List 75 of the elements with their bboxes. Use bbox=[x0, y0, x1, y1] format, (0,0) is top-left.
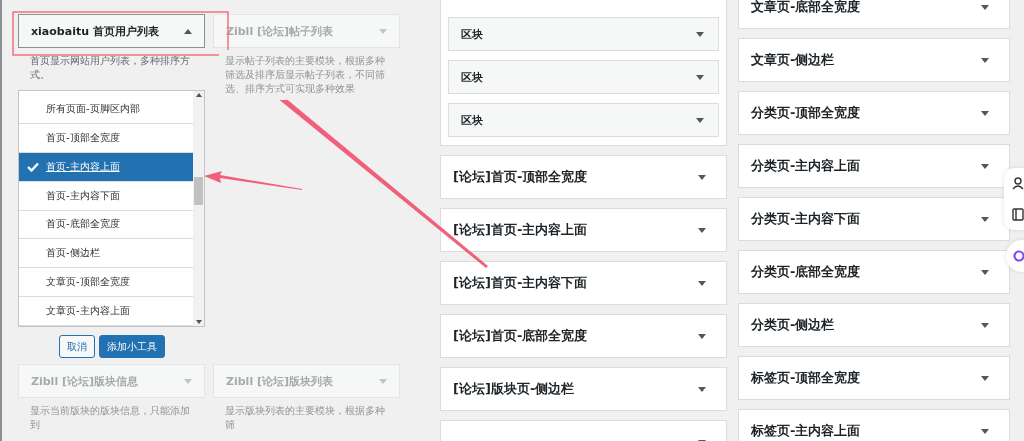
sidebar-area[interactable]: 标签页-顶部全宽度 bbox=[738, 356, 1010, 400]
book-icon[interactable] bbox=[1012, 208, 1024, 221]
scrollbar[interactable] bbox=[193, 91, 204, 326]
area-title: 分类页-顶部全宽度 bbox=[751, 104, 861, 122]
area-title: 分类页-底部全宽度 bbox=[751, 263, 861, 281]
area-title: [论坛]首页-底部全宽度 bbox=[453, 327, 588, 345]
area-title: 标签页-主内容上面 bbox=[751, 422, 861, 440]
caret-icon bbox=[696, 117, 704, 123]
area-title: 文章页-侧边栏 bbox=[751, 51, 835, 69]
scroll-up-icon[interactable] bbox=[195, 93, 202, 97]
sidebar-area[interactable]: 分类页-顶部全宽度 bbox=[738, 91, 1010, 135]
sidebar-area[interactable]: [论坛]版块页-侧边栏 bbox=[440, 367, 727, 411]
area-title: [论坛]版块页-侧边栏 bbox=[453, 380, 575, 398]
sidebar-area[interactable]: 分类页-主内容下面 bbox=[738, 197, 1010, 241]
caret-icon bbox=[981, 428, 989, 434]
caret-icon bbox=[698, 386, 706, 392]
area-option[interactable]: 首页-主内容上面 bbox=[19, 152, 193, 182]
sidebar-area[interactable]: 分类页-底部全宽度 bbox=[738, 250, 1010, 294]
caret-icon bbox=[698, 280, 706, 286]
widget-header[interactable]: xiaobaitu 首页用户列表 bbox=[18, 14, 205, 48]
caret-icon bbox=[184, 28, 192, 34]
sidebar-area[interactable]: [论坛]首页-主内容下面 bbox=[440, 261, 727, 305]
widget-title: Zibll [论坛]版块信息 bbox=[31, 373, 139, 389]
widget-description: 首页显示网站用户列表，多种排序方式。 bbox=[29, 54, 191, 82]
area-title: [论坛]首页-主内容上面 bbox=[453, 221, 588, 239]
caret-icon bbox=[981, 57, 989, 63]
caret-icon bbox=[379, 378, 387, 384]
block-title: 区块 bbox=[461, 112, 483, 128]
area-title: 标签页-顶部全宽度 bbox=[751, 369, 861, 387]
area-title: 分类页-侧边栏 bbox=[751, 316, 835, 334]
sidebar-area[interactable]: 分类页-主内容上面 bbox=[738, 144, 1010, 188]
sidebar-area[interactable]: 文章页-底部全宽度 bbox=[738, 0, 1010, 29]
sidebar-area[interactable]: [论坛]首页-底部全宽度 bbox=[440, 314, 727, 358]
widget-title: xiaobaitu 首页用户列表 bbox=[31, 23, 159, 39]
caret-icon bbox=[981, 322, 989, 328]
caret-icon bbox=[698, 174, 706, 180]
widget-block[interactable]: 区块 bbox=[448, 103, 719, 137]
sidebar-area[interactable]: 文章页-侧边栏 bbox=[738, 38, 1010, 82]
caret-icon bbox=[981, 110, 989, 116]
scroll-down-icon[interactable] bbox=[195, 320, 202, 324]
caret-icon bbox=[981, 163, 989, 169]
area-listbox[interactable]: 所有页面-页脚区内部 首页-顶部全宽度 首页-主内容上面 首页-主内容下面 首页-底部全宽度 首页-侧边栏 文章页-顶部全宽度 文章页-主内容上面 bbox=[18, 90, 205, 327]
caret-icon bbox=[698, 333, 706, 339]
ring-icon bbox=[1012, 250, 1024, 262]
cancel-button[interactable]: 取消 bbox=[58, 335, 95, 358]
sidebar-area[interactable]: [论坛]首页-主内容上面 bbox=[440, 208, 727, 252]
caret-icon bbox=[981, 375, 989, 381]
widget-description: 显示版块列表的主要模块，根据多种筛 bbox=[224, 404, 386, 432]
caret-icon bbox=[184, 378, 192, 384]
caret-icon bbox=[379, 28, 387, 34]
caret-icon bbox=[981, 269, 989, 275]
sidebar-area[interactable]: 分类页-侧边栏 bbox=[738, 303, 1010, 347]
widget-block[interactable]: 区块 bbox=[448, 60, 719, 94]
area-title: 文章页-底部全宽度 bbox=[751, 0, 861, 16]
sidebar-area[interactable]: 标签页-主内容上面 bbox=[738, 409, 1010, 441]
area-title: 分类页-主内容上面 bbox=[751, 157, 861, 175]
area-title: 分类页-主内容下面 bbox=[751, 210, 861, 228]
caret-icon bbox=[981, 4, 989, 10]
widget-block[interactable]: 区块 bbox=[448, 17, 719, 51]
add-widget-button[interactable]: 添加小工具 bbox=[98, 335, 165, 358]
widget-title: Zibll [论坛]版块列表 bbox=[226, 373, 334, 389]
block-title: 区块 bbox=[461, 26, 483, 42]
floating-button[interactable] bbox=[1006, 240, 1024, 272]
scroll-thumb[interactable] bbox=[194, 177, 203, 205]
caret-icon bbox=[698, 227, 706, 233]
area-title: [论坛]首页-主内容下面 bbox=[453, 274, 588, 292]
sidebar-area[interactable]: [论坛]首页-顶部全宽度 bbox=[440, 155, 727, 199]
widget-description: 显示当前版块的版块信息，只能添加到 bbox=[29, 404, 191, 432]
caret-icon bbox=[981, 216, 989, 222]
area-title: [论坛]首页-顶部全宽度 bbox=[453, 168, 588, 186]
caret-icon bbox=[696, 74, 704, 80]
block-title: 区块 bbox=[461, 69, 483, 85]
check-icon bbox=[27, 161, 39, 172]
person-icon[interactable] bbox=[1012, 177, 1024, 190]
caret-icon bbox=[696, 31, 704, 37]
